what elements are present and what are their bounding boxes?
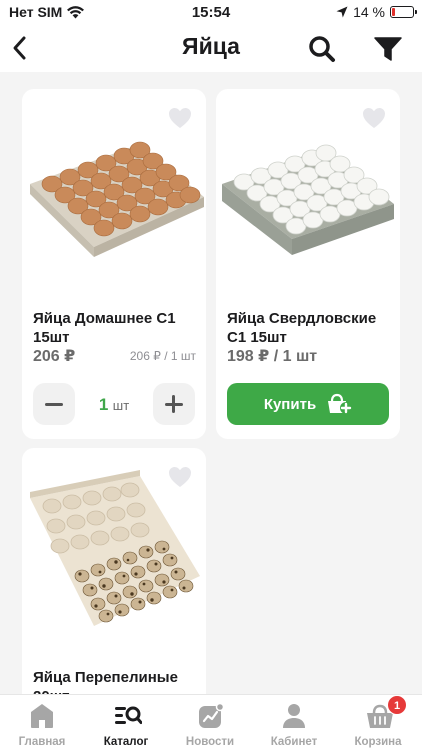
favorite-heart-icon[interactable] <box>362 107 386 129</box>
favorite-heart-icon[interactable] <box>168 107 192 129</box>
buy-button-label: Купить <box>263 395 317 413</box>
quantity-value: 1 <box>98 395 109 414</box>
product-card-eggs-sverdlovsk[interactable]: Яйца Свердловские С1 15шт 198 ₽ / 1 шт К… <box>216 89 400 439</box>
battery-icon <box>390 6 417 18</box>
filter-icon[interactable] <box>374 36 402 62</box>
news-icon <box>199 703 224 728</box>
profile-icon <box>283 704 305 728</box>
decrease-quantity-button[interactable] <box>33 383 75 425</box>
quantity-unit: шт <box>112 398 130 413</box>
product-name: Яйца Свердловские С1 15шт <box>227 310 377 346</box>
product-card-eggs-quail[interactable]: Яйца Перепелиные 20шт <box>22 448 206 694</box>
home-icon <box>31 704 53 728</box>
search-icon[interactable] <box>307 34 337 64</box>
favorite-heart-icon[interactable] <box>168 466 192 488</box>
buy-button[interactable]: Купить <box>227 383 389 425</box>
product-price: 206 ₽ <box>33 348 76 365</box>
product-name: Яйца Перепелиные 20шт <box>33 669 178 694</box>
tab-news[interactable]: Новости <box>168 695 252 750</box>
tab-cart[interactable]: Корзина <box>336 695 420 750</box>
product-unit-price: 206 ₽ / 1 шт <box>129 349 196 363</box>
tab-label: Кабинет <box>270 736 318 748</box>
tab-home[interactable]: Главная <box>0 695 84 750</box>
quantity-display: 1 шт <box>75 395 153 415</box>
product-card-eggs-homemade[interactable]: Яйца Домашнее С1 15шт 206 ₽ 206 ₽ / 1 шт… <box>22 89 206 439</box>
increase-quantity-button[interactable] <box>153 383 195 425</box>
tab-label: Корзина <box>354 736 402 748</box>
tab-label: Новости <box>185 736 235 748</box>
product-grid[interactable]: Яйца Домашнее С1 15шт 206 ₽ 206 ₽ / 1 шт… <box>0 72 422 694</box>
add-to-basket-icon <box>328 393 353 414</box>
top-nav-bar: Яйца <box>0 24 422 72</box>
tab-catalog[interactable]: Каталог <box>84 695 168 750</box>
bottom-tab-bar: Главная Каталог Новости Кабинет Корзина … <box>0 694 422 750</box>
tab-profile[interactable]: Кабинет <box>252 695 336 750</box>
cart-count-badge: 1 <box>387 695 407 715</box>
tab-label: Каталог <box>103 736 149 748</box>
battery-percent: 14 % <box>353 4 385 20</box>
page-title: Яйца <box>182 33 240 59</box>
location-arrow-icon <box>336 6 348 18</box>
catalog-icon <box>115 706 142 724</box>
status-bar: Нет SIM 15:54 14 % <box>0 0 422 24</box>
product-price: 198 ₽ / 1 шт <box>227 348 318 365</box>
product-name: Яйца Домашнее С1 15шт <box>33 310 176 346</box>
tab-label: Главная <box>18 736 66 748</box>
status-right: 14 % <box>336 4 417 20</box>
